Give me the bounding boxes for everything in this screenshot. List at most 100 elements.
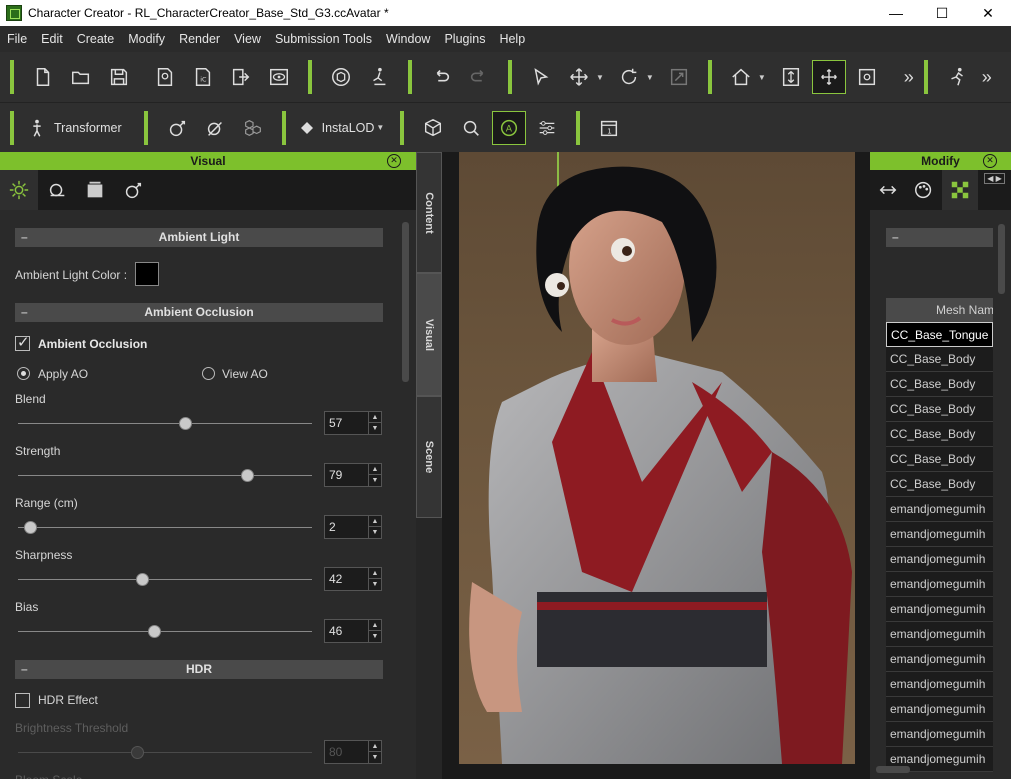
ambient-occlusion-checkbox[interactable] (15, 333, 30, 351)
tab-morph-sliders-icon[interactable] (870, 170, 906, 210)
spin-up-icon[interactable]: ▲ (369, 412, 381, 423)
mesh-list-item[interactable]: CC_Base_Tongue (886, 322, 993, 347)
preview-icon[interactable] (262, 60, 296, 94)
import-avatar-icon[interactable] (148, 60, 182, 94)
collapse-icon[interactable]: – (21, 303, 28, 322)
mesh-list-item[interactable]: CC_Base_Body (886, 372, 993, 397)
cube-render-icon[interactable] (324, 60, 358, 94)
spin-up-icon[interactable]: ▲ (369, 464, 381, 475)
mesh-list-item[interactable]: emandjomegumih (886, 522, 993, 547)
slider-thumb[interactable] (147, 625, 161, 638)
new-file-icon[interactable] (26, 60, 60, 94)
spin-up-icon[interactable]: ▲ (369, 741, 381, 752)
tab-content[interactable]: Content (416, 152, 442, 273)
slider-value-input[interactable]: 57 ▲ ▼ (324, 411, 382, 435)
brightness-threshold-slider[interactable] (130, 746, 144, 759)
save-icon[interactable] (102, 60, 136, 94)
calendar-icon[interactable]: 1 (592, 111, 626, 145)
spin-down-icon[interactable]: ▼ (369, 631, 381, 642)
menu-help[interactable]: Help (492, 26, 532, 52)
slider-value-input[interactable]: 79 ▲ ▼ (324, 463, 382, 487)
scale-icon[interactable] (662, 60, 696, 94)
hdr-section[interactable]: – HDR (15, 660, 383, 679)
mesh-list-item[interactable]: emandjomegumih (886, 572, 993, 597)
menu-submission-tools[interactable]: Submission Tools (268, 26, 379, 52)
settings-sliders-icon[interactable] (530, 111, 564, 145)
spin-up-icon[interactable]: ▲ (369, 568, 381, 579)
move-icon[interactable] (562, 60, 596, 94)
visual-panel-close-icon[interactable]: ✕ (387, 154, 401, 168)
fit-height-icon[interactable] (774, 60, 808, 94)
menu-file[interactable]: File (0, 26, 34, 52)
select-arrow-icon[interactable] (524, 60, 558, 94)
tab-scroll-arrows[interactable]: ◀ ▶ (978, 170, 1011, 210)
minimize-button[interactable]: — (873, 0, 919, 26)
instalod-dropdown-icon[interactable]: ▼ (376, 123, 384, 132)
tab-checker-icon[interactable] (942, 170, 978, 210)
ambient-light-color-swatch[interactable] (135, 262, 159, 286)
menu-render[interactable]: Render (172, 26, 227, 52)
mesh-name-column-header[interactable]: Mesh Nam (886, 298, 993, 322)
spin-down-icon[interactable]: ▼ (369, 423, 381, 434)
transformer-icon[interactable] (26, 111, 48, 145)
export-icon[interactable] (224, 60, 258, 94)
modify-panel-scrollbar[interactable] (998, 224, 1005, 294)
morph-edit-icon[interactable] (198, 111, 232, 145)
menu-modify[interactable]: Modify (121, 26, 172, 52)
modify-panel-close-icon[interactable]: ✕ (983, 154, 997, 168)
tab-morph-icon[interactable] (114, 170, 152, 210)
auto-setup-icon[interactable]: A (492, 110, 527, 145)
more-tools-icon[interactable]: » (904, 67, 914, 88)
tab-visual[interactable]: Visual (416, 273, 442, 396)
home-dropdown-icon[interactable]: ▼ (758, 73, 766, 82)
slider-thumb[interactable] (240, 469, 254, 482)
mesh-list-item[interactable]: emandjomegumih (886, 497, 993, 522)
import-ic-icon[interactable]: iC (186, 60, 220, 94)
slider-thumb[interactable] (23, 521, 37, 534)
3d-viewport[interactable] (442, 152, 870, 779)
menu-edit[interactable]: Edit (34, 26, 70, 52)
view-ao-radio[interactable] (202, 367, 215, 380)
running-figure-icon[interactable] (940, 60, 974, 94)
ambient-occlusion-section[interactable]: – Ambient Occlusion (15, 303, 383, 322)
menu-view[interactable]: View (227, 26, 268, 52)
search-inspect-icon[interactable] (454, 111, 488, 145)
mesh-list-item[interactable]: emandjomegumih (886, 722, 993, 747)
open-folder-icon[interactable] (64, 60, 98, 94)
tab-layers-icon[interactable] (76, 170, 114, 210)
mesh-list-item[interactable]: emandjomegumih (886, 697, 993, 722)
tab-scene[interactable]: Scene (416, 396, 442, 518)
instalod-icon[interactable] (298, 111, 316, 145)
spin-down-icon[interactable]: ▼ (369, 579, 381, 590)
spin-down-icon[interactable]: ▼ (369, 752, 381, 763)
pose-icon[interactable] (362, 60, 396, 94)
spin-up-icon[interactable]: ▲ (369, 516, 381, 527)
modify-panel-hscrollbar[interactable] (876, 766, 910, 773)
instalod-button[interactable]: InstaLOD (322, 121, 375, 135)
undo-icon[interactable] (424, 60, 458, 94)
rotate-icon[interactable] (612, 60, 646, 94)
menu-window[interactable]: Window (379, 26, 437, 52)
mesh-list-item[interactable]: emandjomegumih (886, 647, 993, 672)
tab-light-icon[interactable] (0, 170, 38, 210)
apply-ao-radio[interactable] (17, 367, 30, 380)
transformer-button[interactable]: Transformer (54, 121, 122, 135)
brightness-threshold-input[interactable]: 80 ▲ ▼ (324, 740, 382, 764)
slider-value-input[interactable]: 2 ▲ ▼ (324, 515, 382, 539)
menu-plugins[interactable]: Plugins (437, 26, 492, 52)
frame-selected-icon[interactable] (811, 60, 846, 94)
mesh-list-item[interactable]: CC_Base_Body (886, 347, 993, 372)
more-tools-icon-2[interactable]: » (982, 67, 992, 88)
home-icon[interactable] (724, 60, 758, 94)
tab-material-icon[interactable] (38, 170, 76, 210)
texture-cube-icon[interactable] (416, 111, 450, 145)
tab-palette-icon[interactable] (906, 170, 942, 210)
redo-icon[interactable] (462, 60, 496, 94)
slider-value-input[interactable]: 46 ▲ ▼ (324, 619, 382, 643)
hdr-effect-checkbox[interactable] (15, 693, 30, 708)
slider-thumb[interactable] (178, 417, 192, 430)
collapse-icon[interactable]: – (21, 228, 28, 247)
spin-down-icon[interactable]: ▼ (369, 475, 381, 486)
mesh-list-item[interactable]: CC_Base_Body (886, 422, 993, 447)
collapse-icon[interactable]: – (892, 228, 899, 247)
